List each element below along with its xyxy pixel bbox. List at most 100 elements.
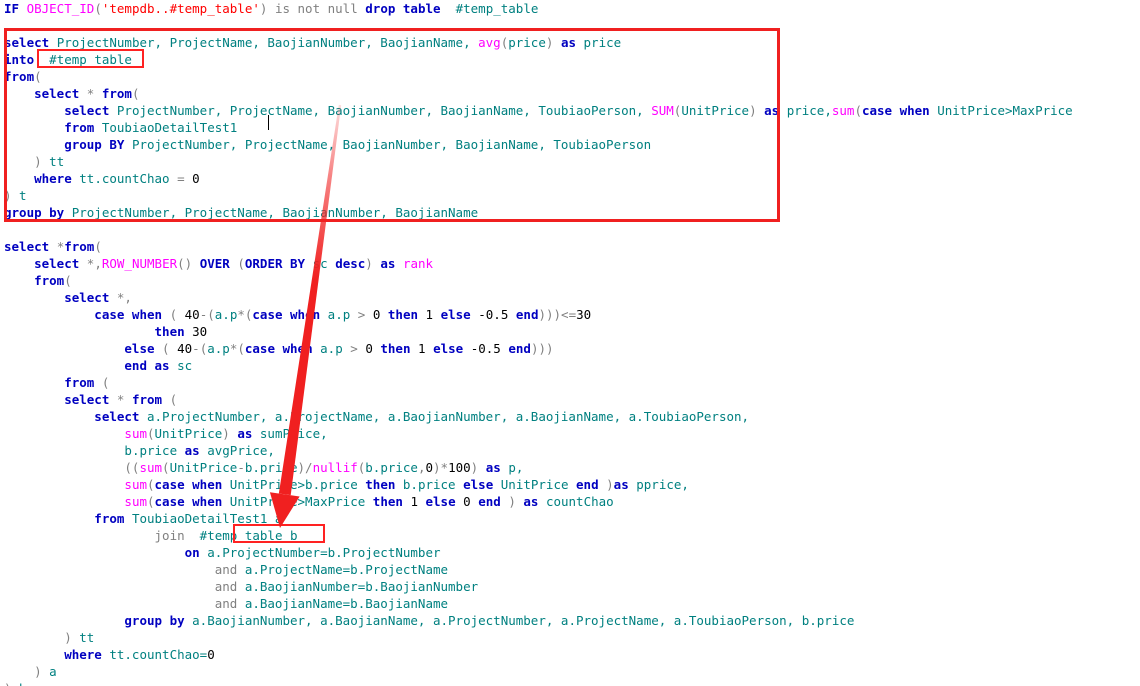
code-line[interactable]: from( [4, 68, 42, 85]
code-line[interactable]: from ToubiaoDetailTest1 [4, 119, 237, 136]
code-token: a.ProjectName=b.ProjectName [244, 562, 449, 577]
code-line[interactable]: group by a.BaojianNumber, a.BaojianName,… [4, 612, 854, 629]
code-line[interactable]: else ( 40-(a.p*(case when a.p > 0 then 1… [4, 340, 553, 357]
code-line[interactable]: ) tt [4, 153, 64, 170]
code-line[interactable]: and a.BaojianNumber=b.BaojianNumber [4, 578, 478, 595]
code-token: tt [41, 154, 65, 169]
code-line[interactable]: select a.ProjectNumber, a.ProjectName, a… [4, 408, 749, 425]
code-token: -0.5 [470, 341, 509, 356]
code-token: *( [237, 307, 253, 322]
code-line[interactable]: select * from ( [4, 391, 177, 408]
code-token: select [4, 290, 117, 305]
code-line[interactable]: select ProjectNumber, ProjectName, Baoji… [4, 102, 1073, 119]
code-token: tt.countChao [79, 171, 178, 186]
code-line[interactable]: sum(UnitPrice) as sumPrice, [4, 425, 327, 442]
code-token: UnitPrice>MaxPrice [229, 494, 373, 509]
code-line[interactable]: from( [4, 272, 72, 289]
code-token: -0.5 [478, 307, 516, 322]
code-token: select [4, 86, 87, 101]
code-token: ) [4, 188, 12, 203]
code-line[interactable]: from ToubiaoDetailTest1 a [4, 510, 282, 527]
code-token: pprice, [636, 477, 689, 492]
code-token: ) [4, 664, 42, 679]
code-token: ) [365, 256, 381, 271]
code-line[interactable]: sum(case when UnitPrice>MaxPrice then 1 … [4, 493, 613, 510]
code-line[interactable]: select *from( [4, 238, 102, 255]
code-line[interactable]: ) b [4, 680, 27, 686]
code-line[interactable]: group BY ProjectNumber, ProjectName, Bao… [4, 136, 651, 153]
sql-code-editor[interactable]: IF OBJECT_ID('tempdb..#temp_table') is n… [0, 0, 1140, 686]
code-line[interactable]: group by ProjectNumber, ProjectName, Bao… [4, 204, 478, 221]
code-line[interactable]: end as sc [4, 357, 192, 374]
code-token: as [380, 256, 403, 271]
code-token: else [4, 341, 163, 356]
code-line[interactable]: select * from( [4, 85, 140, 102]
code-line[interactable]: and a.BaojianName=b.BaojianName [4, 595, 448, 612]
code-token: ) [606, 477, 614, 492]
code-token: select [4, 103, 117, 118]
code-token: ROW_NUMBER [101, 256, 178, 271]
code-token: then [380, 341, 419, 356]
code-line[interactable]: ((sum(UnitPrice-b.price)/nullif(b.price,… [4, 459, 523, 476]
code-line[interactable]: on a.ProjectNumber=b.ProjectNumber [4, 544, 441, 561]
code-line[interactable]: and a.ProjectName=b.ProjectName [4, 561, 448, 578]
code-text-layer[interactable]: IF OBJECT_ID('tempdb..#temp_table') is n… [0, 0, 1140, 686]
code-token: a.ProjectNumber, a.ProjectName, a.Baojia… [147, 409, 750, 424]
code-line[interactable]: b.price as avgPrice, [4, 442, 275, 459]
code-token: *, [116, 290, 132, 305]
code-token: group BY [4, 137, 132, 152]
code-line[interactable]: case when ( 40-(a.p*(case when a.p > 0 t… [4, 306, 591, 323]
code-token: #temp_table [41, 52, 132, 67]
code-line[interactable]: ) t [4, 187, 27, 204]
code-token: ) [749, 103, 765, 118]
code-line[interactable]: into #temp_table [4, 51, 132, 68]
code-token: price [583, 35, 622, 50]
code-token: * [86, 86, 102, 101]
code-line[interactable]: ) tt [4, 629, 94, 646]
code-token: * [116, 392, 132, 407]
code-line[interactable]: select *, [4, 289, 132, 306]
code-token: end [515, 307, 539, 322]
code-token: ( [147, 477, 155, 492]
code-token: ( [131, 86, 140, 101]
code-token: ) [508, 494, 524, 509]
code-token: sc [177, 358, 193, 373]
code-token: sum [124, 426, 147, 441]
code-token: 0 [425, 460, 434, 475]
code-token: from [4, 69, 35, 84]
code-token: select [4, 409, 147, 424]
code-token: a.p [320, 341, 351, 356]
code-token: else [440, 307, 479, 322]
code-token: from [131, 392, 170, 407]
code-token: UnitPrice>b.price [229, 477, 366, 492]
code-line[interactable]: select ProjectNumber, ProjectName, Baoji… [4, 34, 621, 51]
code-token: 40 [177, 341, 193, 356]
code-token: case when [861, 103, 938, 118]
code-token: ( [854, 103, 862, 118]
code-line[interactable]: ) a [4, 663, 57, 680]
code-line[interactable]: IF OBJECT_ID('tempdb..#temp_table') is n… [4, 0, 538, 17]
code-token: a.p [327, 307, 358, 322]
code-token: ( [64, 273, 72, 288]
code-token: price, [786, 103, 832, 118]
code-token: -( [192, 341, 208, 356]
code-token: ( [162, 341, 178, 356]
code-line[interactable]: select *,ROW_NUMBER() OVER (ORDER BY sc … [4, 255, 433, 272]
code-token: b.price [402, 477, 464, 492]
code-token: a [41, 664, 57, 679]
code-token: else [433, 341, 471, 356]
code-token: ( [34, 69, 42, 84]
code-token: ) [4, 630, 72, 645]
code-line[interactable]: sum(case when UnitPrice>b.price then b.p… [4, 476, 689, 493]
code-line[interactable]: join #temp_table b [4, 527, 298, 544]
code-token: as [764, 103, 787, 118]
code-token: ProjectNumber, ProjectName, BaojianNumbe… [71, 205, 479, 220]
code-line[interactable]: then 30 [4, 323, 208, 340]
code-line[interactable]: from ( [4, 374, 109, 391]
code-token: )/ [297, 460, 313, 475]
code-line[interactable]: where tt.countChao = 0 [4, 170, 200, 187]
code-token: where [4, 171, 80, 186]
code-line[interactable]: where tt.countChao=0 [4, 646, 215, 663]
